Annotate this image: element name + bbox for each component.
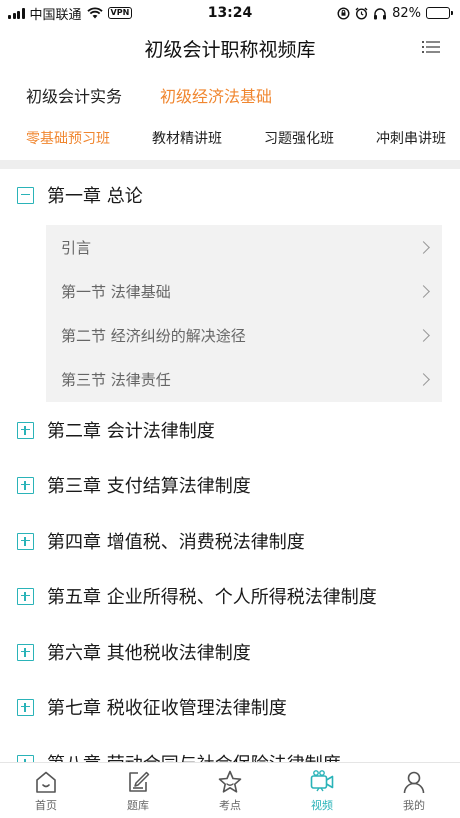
chapter-list: 第一章 总论 引言 第一节 法律基础 第二节 经济纠纷的解决途径 第三节 法律责… — [0, 169, 460, 762]
list-item[interactable]: 第一节 法律基础 — [46, 269, 442, 313]
chevron-right-icon — [417, 284, 430, 298]
expand-icon[interactable] — [17, 698, 34, 716]
section-divider — [0, 160, 460, 169]
chapter-6[interactable]: 第六章 其他税收法律制度 — [0, 632, 460, 672]
chapter-title: 第四章 增值税、消费税法律制度 — [47, 532, 305, 553]
video-camera-icon — [310, 770, 334, 792]
list-item[interactable]: 引言 — [46, 225, 442, 269]
expand-icon[interactable] — [17, 476, 34, 494]
battery-icon — [426, 7, 453, 19]
signal-icon — [8, 7, 25, 19]
nav-label: 我的 — [403, 799, 425, 812]
nav-question-bank[interactable]: 题库 — [92, 763, 184, 818]
bottom-nav: 首页 题库 考点 视频 我的 — [0, 762, 460, 818]
chevron-right-icon — [417, 372, 430, 386]
page-title: 初级会计职称视频库 — [144, 38, 316, 61]
chapter-title: 第八章 劳动合同与社会保险法律制度 — [47, 750, 341, 762]
tab-accounting-practice[interactable]: 初级会计实务 — [26, 83, 122, 107]
chevron-right-icon — [417, 240, 430, 254]
nav-label: 首页 — [35, 799, 57, 812]
profile-icon — [403, 771, 425, 794]
tab-sprint-class[interactable]: 冲刺串讲班 — [376, 128, 446, 148]
tab-zero-basis-class[interactable]: 零基础预习班 — [26, 128, 110, 148]
headphones-icon — [374, 7, 387, 19]
section-list: 引言 第一节 法律基础 第二节 经济纠纷的解决途径 第三节 法律责任 — [46, 225, 442, 402]
tab-exercise-class[interactable]: 习题强化班 — [264, 128, 334, 148]
status-right: 82% — [337, 5, 453, 21]
collapse-icon[interactable] — [17, 186, 34, 204]
subject-tabs: 初级会计实务 初级经济法基础 — [0, 74, 460, 116]
app-header: 初级会计职称视频库 — [0, 26, 460, 70]
section-title: 第一节 法律基础 — [61, 282, 171, 301]
orientation-lock-icon — [337, 6, 350, 20]
chapter-title: 第三章 支付结算法律制度 — [47, 476, 251, 497]
chapter-title: 第五章 企业所得税、个人所得税法律制度 — [47, 587, 377, 608]
chapter-5[interactable]: 第五章 企业所得税、个人所得税法律制度 — [0, 576, 460, 616]
nav-video[interactable]: 视频 — [276, 763, 368, 818]
wifi-icon — [86, 7, 103, 19]
nav-profile[interactable]: 我的 — [368, 763, 460, 818]
nav-key-points[interactable]: 考点 — [184, 763, 276, 818]
nav-home[interactable]: 首页 — [0, 763, 92, 818]
section-title: 引言 — [61, 238, 92, 257]
chapter-8[interactable]: 第八章 劳动合同与社会保险法律制度 — [0, 743, 460, 762]
chapter-3[interactable]: 第三章 支付结算法律制度 — [0, 465, 460, 505]
tab-textbook-class[interactable]: 教材精讲班 — [152, 128, 222, 148]
home-icon — [36, 771, 56, 793]
edit-icon — [129, 771, 150, 792]
chapter-2[interactable]: 第二章 会计法律制度 — [0, 410, 460, 450]
list-menu-icon[interactable] — [422, 39, 440, 55]
chevron-right-icon — [417, 328, 430, 342]
status-left: 中国联通 VPN — [8, 4, 133, 23]
nav-label: 考点 — [219, 799, 241, 812]
alarm-icon — [355, 7, 368, 20]
chapter-title: 第六章 其他税收法律制度 — [47, 643, 251, 664]
chapter-title: 第二章 会计法律制度 — [47, 421, 215, 442]
tab-economic-law[interactable]: 初级经济法基础 — [160, 83, 272, 107]
star-icon — [218, 770, 242, 793]
section-title: 第三节 法律责任 — [61, 370, 171, 389]
status-bar: 中国联通 VPN 13:24 82% — [0, 0, 460, 26]
section-title: 第二节 经济纠纷的解决途径 — [61, 326, 246, 345]
nav-label: 题库 — [127, 799, 149, 812]
carrier-name: 中国联通 — [29, 7, 82, 23]
list-item[interactable]: 第三节 法律责任 — [46, 357, 442, 401]
expand-icon[interactable] — [17, 421, 34, 439]
chapter-title: 第七章 税收征收管理法律制度 — [47, 698, 287, 719]
chapter-7[interactable]: 第七章 税收征收管理法律制度 — [0, 687, 460, 727]
expand-icon[interactable] — [17, 643, 34, 661]
class-tabs: 零基础预习班 教材精讲班 习题强化班 冲刺串讲班 — [0, 118, 460, 158]
battery-percent: 82% — [392, 5, 421, 21]
list-item[interactable]: 第二节 经济纠纷的解决途径 — [46, 313, 442, 357]
expand-icon[interactable] — [17, 587, 34, 605]
chapter-1[interactable]: 第一章 总论 — [0, 175, 460, 215]
vpn-badge: VPN — [107, 7, 133, 19]
expand-icon[interactable] — [17, 754, 34, 762]
nav-label: 视频 — [311, 799, 333, 812]
chapter-4[interactable]: 第四章 增值税、消费税法律制度 — [0, 521, 460, 561]
chapter-title: 第一章 总论 — [47, 186, 143, 207]
expand-icon[interactable] — [17, 532, 34, 550]
